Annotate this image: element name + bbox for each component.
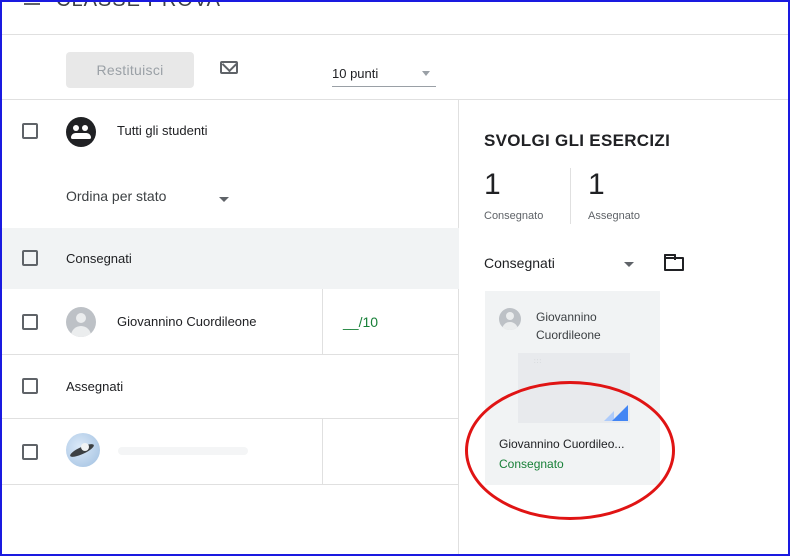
status-label: Consegnato <box>499 457 564 471</box>
student-row[interactable] <box>0 419 459 485</box>
card-student-name: Giovannino Cuordileone <box>536 310 601 342</box>
points-dropdown[interactable]: 10 punti <box>332 61 436 87</box>
chevron-down-icon[interactable] <box>219 197 229 202</box>
student-name-blurred <box>118 447 248 455</box>
stat-number: 1 <box>588 168 605 201</box>
return-button[interactable]: Restituisci <box>66 52 194 88</box>
avatar <box>499 308 521 330</box>
student-name: Giovannino Cuordileone <box>117 314 257 329</box>
file-name[interactable]: Giovannino Cuordileo... <box>499 437 655 451</box>
avatar <box>66 307 96 337</box>
stat-label: Assegnato <box>588 210 640 222</box>
all-students-checkbox[interactable] <box>22 123 38 139</box>
section-assigned-checkbox[interactable] <box>22 378 38 394</box>
all-students-row: Tutti gli studenti <box>0 100 459 164</box>
section-assigned: Assegnati <box>0 355 459 419</box>
student-row[interactable]: Giovannino Cuordileone __/10 <box>0 289 459 355</box>
stat-turned-in: 1 Consegnato <box>484 168 543 222</box>
app-header: CLASSE PROVA <box>24 0 221 12</box>
folder-icon[interactable] <box>664 254 684 271</box>
grade-cell[interactable]: __/10 <box>322 289 459 355</box>
menu-icon[interactable] <box>24 0 40 5</box>
toolbar: Restituisci 10 punti <box>0 34 790 100</box>
students-panel: Tutti gli studenti Ordina per stato Cons… <box>0 100 459 556</box>
doc-icon <box>612 405 628 421</box>
chevron-down-icon <box>422 71 430 76</box>
thumbnail-lines: ::: <box>534 359 543 365</box>
stat-assigned: 1 Assegnato <box>588 168 640 222</box>
assignment-title: SVOLGI GLI ESERCIZI <box>484 131 671 150</box>
group-icon <box>66 117 96 147</box>
stat-number: 1 <box>484 168 501 201</box>
submission-card[interactable]: Giovannino Cuordileone ::: Giovannino Cu… <box>485 291 660 485</box>
avatar <box>66 433 100 467</box>
section-turned-in-checkbox[interactable] <box>22 250 38 266</box>
student-checkbox[interactable] <box>22 314 38 330</box>
section-turned-in-label: Consegnati <box>66 251 132 266</box>
divider <box>570 168 571 224</box>
student-checkbox[interactable] <box>22 444 38 460</box>
points-value: 10 punti <box>332 66 379 81</box>
section-assigned-label: Assegnati <box>66 379 124 394</box>
chevron-down-icon[interactable] <box>624 262 634 267</box>
mail-icon[interactable] <box>220 61 238 74</box>
section-turned-in: Consegnati <box>0 228 459 289</box>
stat-label: Consegnato <box>484 210 544 222</box>
all-students-label: Tutti gli studenti <box>117 123 208 138</box>
grade-value[interactable]: __/10 <box>343 314 378 330</box>
grade-cell[interactable] <box>322 419 459 485</box>
assignment-panel: SVOLGI GLI ESERCIZI 1 Consegnato 1 Asseg… <box>460 100 790 556</box>
sort-dropdown[interactable]: Ordina per stato <box>66 188 166 204</box>
class-title: CLASSE PROVA <box>56 0 221 12</box>
file-thumbnail[interactable]: ::: <box>518 353 630 423</box>
filter-dropdown[interactable]: Consegnati <box>484 255 555 271</box>
